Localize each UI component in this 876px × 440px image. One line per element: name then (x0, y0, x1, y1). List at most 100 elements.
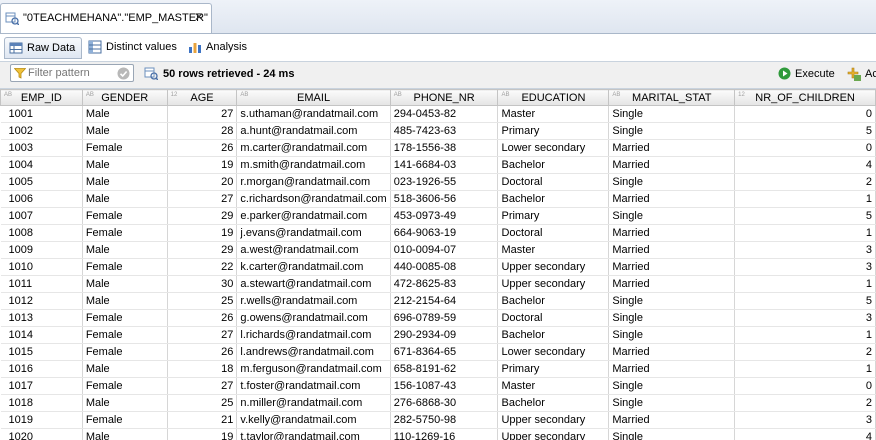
table-cell-gender[interactable]: Male (82, 156, 168, 174)
table-row[interactable]: 1013 Female 26 g.owens@randatmail.com 696-07… (0, 309, 876, 327)
table-cell-phone-nr[interactable]: 276-6868-30 (390, 394, 499, 412)
table-cell-nr-of-children[interactable]: 1 (734, 326, 876, 344)
table-cell-education[interactable]: Lower secondary (497, 343, 610, 361)
editor-tab-emp-master[interactable]: "0TEACHMEHANA"."EMP_MASTER" ✕ (0, 3, 212, 33)
table-cell-education[interactable]: Upper secondary (497, 411, 610, 429)
table-cell-emp-id[interactable]: 1018 (0, 394, 83, 412)
table-cell-marital-stat[interactable]: Married (608, 343, 736, 361)
table-row[interactable]: 1018 Male 25 n.miller@randatmail.com 276-686… (0, 394, 876, 412)
table-cell-emp-id[interactable]: 1017 (0, 377, 83, 395)
table-cell-education[interactable]: Bachelor (497, 326, 610, 344)
table-cell-phone-nr[interactable]: 290-2934-09 (390, 326, 499, 344)
table-cell-marital-stat[interactable]: Married (608, 190, 736, 208)
table-cell-phone-nr[interactable]: 671-8364-65 (390, 343, 499, 361)
table-cell-gender[interactable]: Female (82, 411, 168, 429)
table-cell-age[interactable]: 29 (167, 241, 238, 259)
table-cell-education[interactable]: Doctoral (497, 309, 610, 327)
tab-analysis[interactable]: Analysis (184, 37, 256, 59)
table-cell-marital-stat[interactable]: Single (608, 309, 736, 327)
column-header-nr-of-children[interactable]: 12 NR_OF_CHILDREN (734, 89, 876, 106)
table-cell-nr-of-children[interactable]: 1 (734, 190, 876, 208)
table-cell-gender[interactable]: Female (82, 377, 168, 395)
table-cell-marital-stat[interactable]: Single (608, 326, 736, 344)
table-cell-marital-stat[interactable]: Married (608, 411, 736, 429)
table-cell-education[interactable]: Primary (497, 207, 610, 225)
table-cell-education[interactable]: Upper secondary (497, 258, 610, 276)
table-cell-nr-of-children[interactable]: 5 (734, 122, 876, 140)
table-cell-age[interactable]: 19 (167, 156, 238, 174)
clear-filter-icon[interactable] (117, 67, 130, 80)
column-header-education[interactable]: AB EDUCATION (497, 89, 610, 106)
table-cell-marital-stat[interactable]: Single (608, 292, 736, 310)
table-cell-phone-nr[interactable]: 472-8625-83 (390, 275, 499, 293)
table-cell-marital-stat[interactable]: Single (608, 105, 736, 123)
table-cell-age[interactable]: 26 (167, 343, 238, 361)
filter-pattern-input[interactable] (28, 66, 118, 80)
table-cell-email[interactable]: n.miller@randatmail.com (236, 394, 391, 412)
table-row[interactable]: 1005 Male 20 r.morgan@randatmail.com 023-192… (0, 173, 876, 191)
table-cell-nr-of-children[interactable]: 2 (734, 394, 876, 412)
table-cell-education[interactable]: Upper secondary (497, 275, 610, 293)
table-row[interactable]: 1012 Male 25 r.wells@randatmail.com 212-2154… (0, 292, 876, 310)
table-cell-age[interactable]: 27 (167, 190, 238, 208)
table-row[interactable]: 1007 Female 29 e.parker@randatmail.com 453-0… (0, 207, 876, 225)
table-cell-email[interactable]: l.andrews@randatmail.com (236, 343, 391, 361)
table-cell-phone-nr[interactable]: 023-1926-55 (390, 173, 499, 191)
table-cell-age[interactable]: 22 (167, 258, 238, 276)
add-button[interactable]: Ac (846, 65, 876, 83)
table-cell-phone-nr[interactable]: 440-0085-08 (390, 258, 499, 276)
table-cell-age[interactable]: 27 (167, 377, 238, 395)
table-cell-nr-of-children[interactable]: 4 (734, 156, 876, 174)
table-cell-gender[interactable]: Male (82, 275, 168, 293)
table-cell-education[interactable]: Primary (497, 360, 610, 378)
table-cell-phone-nr[interactable]: 141-6684-03 (390, 156, 499, 174)
table-cell-nr-of-children[interactable]: 2 (734, 343, 876, 361)
table-cell-age[interactable]: 25 (167, 394, 238, 412)
table-cell-nr-of-children[interactable]: 3 (734, 241, 876, 259)
table-cell-age[interactable]: 28 (167, 122, 238, 140)
table-cell-marital-stat[interactable]: Single (608, 377, 736, 395)
table-row[interactable]: 1015 Female 26 l.andrews@randatmail.com 671-… (0, 343, 876, 361)
table-row[interactable]: 1009 Male 29 a.west@randatmail.com 010-0094-… (0, 241, 876, 259)
table-row[interactable]: 1019 Female 21 v.kelly@randatmail.com 282-57… (0, 411, 876, 429)
table-cell-emp-id[interactable]: 1012 (0, 292, 83, 310)
table-cell-emp-id[interactable]: 1010 (0, 258, 83, 276)
table-row[interactable]: 1017 Female 27 t.foster@randatmail.com 156-1… (0, 377, 876, 395)
table-cell-phone-nr[interactable]: 518-3606-56 (390, 190, 499, 208)
table-cell-age[interactable]: 30 (167, 275, 238, 293)
table-cell-emp-id[interactable]: 1019 (0, 411, 83, 429)
table-cell-phone-nr[interactable]: 156-1087-43 (390, 377, 499, 395)
table-cell-age[interactable]: 19 (167, 428, 238, 440)
table-cell-email[interactable]: j.evans@randatmail.com (236, 224, 391, 242)
table-row[interactable]: 1006 Male 27 c.richardson@randatmail.com 518… (0, 190, 876, 208)
table-cell-gender[interactable]: Female (82, 309, 168, 327)
table-cell-email[interactable]: m.carter@randatmail.com (236, 139, 391, 157)
table-cell-emp-id[interactable]: 1009 (0, 241, 83, 259)
table-cell-email[interactable]: e.parker@randatmail.com (236, 207, 391, 225)
table-cell-phone-nr[interactable]: 664-9063-19 (390, 224, 499, 242)
table-cell-emp-id[interactable]: 1006 (0, 190, 83, 208)
table-cell-emp-id[interactable]: 1001 (0, 105, 83, 123)
table-cell-marital-stat[interactable]: Married (608, 139, 736, 157)
table-cell-gender[interactable]: Female (82, 343, 168, 361)
column-header-gender[interactable]: AB GENDER (81, 89, 168, 106)
table-cell-nr-of-children[interactable]: 3 (734, 411, 876, 429)
table-cell-nr-of-children[interactable]: 5 (734, 207, 876, 225)
table-cell-age[interactable]: 21 (167, 411, 238, 429)
table-cell-education[interactable]: Doctoral (497, 224, 610, 242)
table-cell-age[interactable]: 26 (167, 139, 238, 157)
table-cell-emp-id[interactable]: 1013 (0, 309, 83, 327)
table-cell-phone-nr[interactable]: 453-0973-49 (390, 207, 499, 225)
table-row[interactable]: 1010 Female 22 k.carter@randatmail.com 440-0… (0, 258, 876, 276)
table-row[interactable]: 1001 Male 27 s.uthaman@randatmail.com 294-04… (0, 105, 876, 123)
table-cell-education[interactable]: Master (497, 241, 610, 259)
table-cell-email[interactable]: k.carter@randatmail.com (236, 258, 391, 276)
column-header-phone-nr[interactable]: AB PHONE_NR (389, 89, 499, 106)
table-cell-emp-id[interactable]: 1004 (0, 156, 83, 174)
table-cell-nr-of-children[interactable]: 0 (734, 139, 876, 157)
table-row[interactable]: 1011 Male 30 a.stewart@randatmail.com 472-86… (0, 275, 876, 293)
tab-raw-data[interactable]: Raw Data (4, 37, 82, 59)
filter-pattern-field[interactable] (10, 64, 134, 82)
table-cell-emp-id[interactable]: 1020 (0, 428, 83, 440)
table-cell-emp-id[interactable]: 1016 (0, 360, 83, 378)
